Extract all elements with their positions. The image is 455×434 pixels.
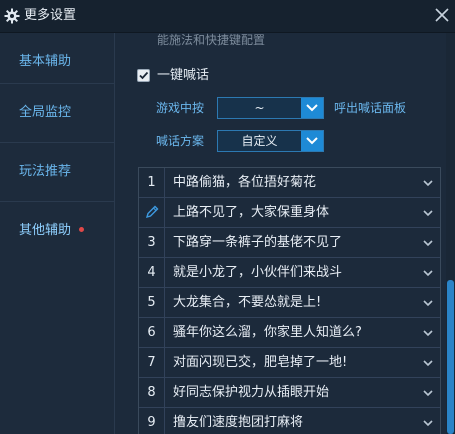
hotkey-select[interactable]: ~ <box>217 97 324 119</box>
chevron-down-icon[interactable] <box>422 267 434 279</box>
row-number: 6 <box>139 318 165 347</box>
checkmark-icon <box>139 71 149 80</box>
scheme-select[interactable]: 自定义 <box>217 130 324 152</box>
title-bar: 更多设置 <box>0 0 455 33</box>
row-text: 上路不见了，大家保重身体 <box>173 205 330 220</box>
list-item[interactable]: 6 骚年你这么溜，你家里人知道么? <box>139 318 440 348</box>
gear-icon <box>4 8 20 24</box>
list-item[interactable]: 4 就是小龙了，小伙伴们来战斗 <box>139 258 440 288</box>
sidebar-item-gameplay-recommend[interactable]: 玩法推荐 <box>0 143 114 201</box>
open-shout-panel-link[interactable]: 呼出喊话面板 <box>334 100 406 116</box>
list-item[interactable]: 1 中路偷猫，各位捂好菊花 <box>139 168 440 198</box>
scrollbar-thumb[interactable] <box>447 280 454 434</box>
row-text: 中路偷猫，各位捂好菊花 <box>173 175 317 190</box>
row-number: 1 <box>139 168 165 197</box>
checkbox[interactable] <box>137 69 150 82</box>
hotkey-label: 游戏中按 <box>156 101 205 115</box>
scheme-label: 喊话方案 <box>156 134 205 148</box>
chevron-down-icon[interactable] <box>301 98 323 118</box>
list-item[interactable]: 9 撸友们速度抱团打麻将 <box>139 408 440 434</box>
list-item[interactable]: 7 对面闪现已交，肥皂掉了一地! <box>139 348 440 378</box>
chevron-down-icon[interactable] <box>422 297 434 309</box>
sidebar-item-other-assist[interactable]: 其他辅助 <box>0 202 114 260</box>
scheme-value: 自定义 <box>241 134 278 148</box>
chevron-down-icon[interactable] <box>422 327 434 339</box>
chevron-down-icon[interactable] <box>301 131 323 151</box>
list-item[interactable]: 上路不见了，大家保重身体 <box>139 198 440 228</box>
row-number <box>139 198 165 227</box>
row-text: 下路穿一条裤子的基佬不见了 <box>173 235 343 250</box>
row-number: 7 <box>139 348 165 377</box>
row-number: 5 <box>139 288 165 317</box>
row-text: 就是小龙了，小伙伴们来战斗 <box>173 265 343 280</box>
list-item[interactable]: 5 大龙集合，不要怂就是上! <box>139 288 440 318</box>
window-title: 更多设置 <box>24 8 77 23</box>
row-number: 8 <box>139 378 165 407</box>
sidebar-item-global-monitor[interactable]: 全局监控 <box>0 84 114 142</box>
pencil-icon[interactable] <box>144 204 160 220</box>
close-icon[interactable] <box>433 6 451 24</box>
sidebar: 基本辅助 全局监控 玩法推荐 其他辅助 <box>0 33 115 434</box>
list-item[interactable]: 3 下路穿一条裤子的基佬不见了 <box>139 228 440 258</box>
chevron-down-icon[interactable] <box>422 177 434 189</box>
section-description: 能施法和快捷键配置 <box>157 33 266 47</box>
shout-message-list: 1 中路偷猫，各位捂好菊花 上路不见了，大家保重身体 3 下路穿一条裤子的基佬不… <box>138 167 441 434</box>
checkbox-label: 一键喊话 <box>157 68 210 83</box>
row-text: 对面闪现已交，肥皂掉了一地! <box>173 355 348 370</box>
row-text: 撸友们速度抱团打麻将 <box>173 415 304 430</box>
sidebar-item-label: 玩法推荐 <box>19 164 72 179</box>
row-text: 好同志保护视力从插眼开始 <box>173 385 330 400</box>
chevron-down-icon[interactable] <box>422 237 434 249</box>
row-text: 骚年你这么溜，你家里人知道么? <box>173 325 362 340</box>
main-panel: 能施法和快捷键配置 一键喊话 游戏中按 ~ 呼出喊话面板 喊话方案 自定义 1 … <box>115 33 443 434</box>
row-number: 9 <box>139 408 165 434</box>
list-item[interactable]: 8 好同志保护视力从插眼开始 <box>139 378 440 408</box>
hotkey-value: ~ <box>254 101 265 115</box>
chevron-down-icon[interactable] <box>422 387 434 399</box>
sidebar-item-label: 其他辅助 <box>19 223 72 238</box>
chevron-down-icon[interactable] <box>422 207 434 219</box>
sidebar-item-label: 基本辅助 <box>19 54 72 69</box>
row-number: 4 <box>139 258 165 287</box>
row-number: 3 <box>139 228 165 257</box>
row-text: 大龙集合，不要怂就是上! <box>173 295 322 310</box>
notification-dot <box>79 227 85 232</box>
sidebar-item-label: 全局监控 <box>19 105 72 120</box>
chevron-down-icon[interactable] <box>422 417 434 429</box>
chevron-down-icon[interactable] <box>422 357 434 369</box>
